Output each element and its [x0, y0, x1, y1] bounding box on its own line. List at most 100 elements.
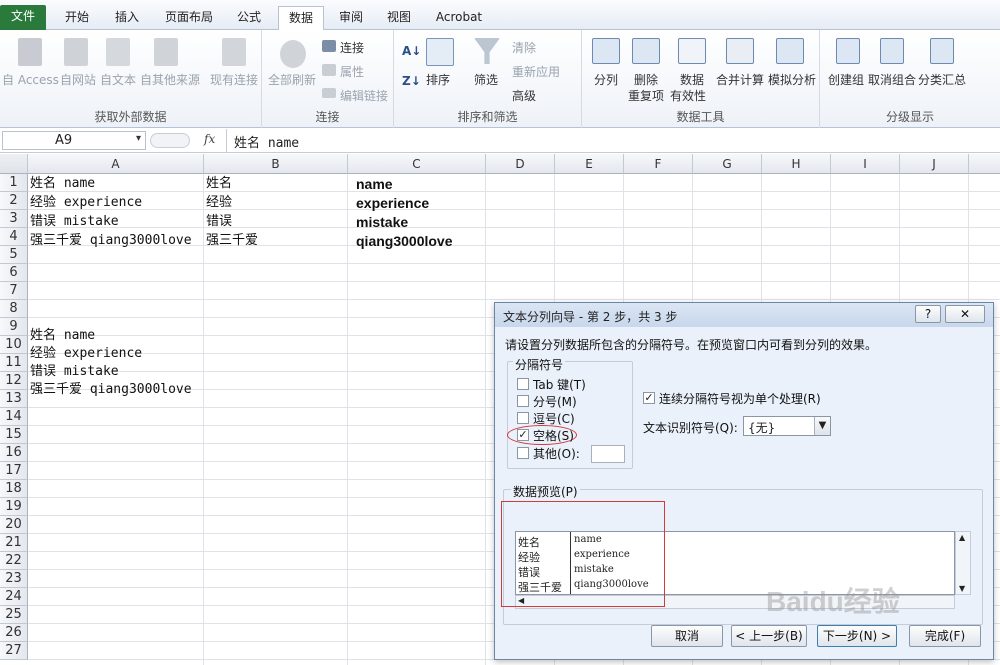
row-header[interactable]: 5 — [0, 246, 28, 264]
from-text-button[interactable]: 自文本 — [100, 71, 136, 88]
column-header-c[interactable]: C — [348, 154, 486, 174]
cell-b1[interactable]: 姓名 — [204, 175, 232, 193]
cell-a11[interactable]: 错误 mistake — [28, 363, 119, 381]
row-header[interactable]: 17 — [0, 462, 28, 480]
cell-a9[interactable]: 姓名 name — [28, 327, 95, 345]
row-header[interactable]: 18 — [0, 480, 28, 498]
cell-b2[interactable]: 经验 — [204, 194, 232, 212]
row-header[interactable]: 13 — [0, 390, 28, 408]
cell-a10[interactable]: 经验 experience — [28, 345, 142, 363]
column-header-j[interactable]: J — [900, 154, 969, 174]
tab-acrobat[interactable]: Acrobat — [430, 6, 488, 30]
space-checkbox[interactable]: ✓ — [517, 429, 529, 441]
row-header[interactable]: 4 — [0, 228, 28, 246]
column-header-h[interactable]: H — [762, 154, 831, 174]
sort-descending-icon[interactable]: Z↓ — [402, 74, 421, 88]
column-header-e[interactable]: E — [555, 154, 624, 174]
row-header[interactable]: 3 — [0, 210, 28, 228]
connections-button[interactable]: 连接 — [340, 39, 364, 56]
existing-connections-button[interactable]: 现有连接 — [210, 71, 258, 88]
next-button[interactable]: 下一步(N) > — [817, 625, 897, 647]
row-header[interactable]: 2 — [0, 192, 28, 210]
column-header-b[interactable]: B — [204, 154, 348, 174]
scroll-up-icon[interactable]: ▲ — [959, 533, 965, 542]
qualifier-select[interactable]: {无} ▼ — [743, 416, 831, 436]
semicolon-checkbox[interactable] — [517, 395, 529, 407]
text-to-columns-button[interactable]: 分列 — [594, 71, 618, 88]
tab-page-layout[interactable]: 页面布局 — [160, 6, 218, 30]
cell-b4[interactable]: 强三千爱 — [204, 232, 258, 250]
row-header[interactable]: 22 — [0, 552, 28, 570]
finish-button[interactable]: 完成(F) — [909, 625, 981, 647]
remove-duplicates-button[interactable]: 删除 — [634, 71, 658, 88]
tab-checkbox[interactable] — [517, 378, 529, 390]
tab-review[interactable]: 审阅 — [330, 6, 372, 30]
row-header[interactable]: 9 — [0, 318, 28, 336]
from-other-sources-button[interactable]: 自其他来源 — [140, 71, 200, 88]
help-button[interactable]: ? — [915, 305, 941, 323]
row-header[interactable]: 26 — [0, 624, 28, 642]
chevron-down-icon[interactable]: ▾ — [136, 133, 141, 144]
column-header-a[interactable]: A — [28, 154, 204, 174]
reapply-button[interactable]: 重新应用 — [512, 63, 560, 80]
row-header[interactable]: 21 — [0, 534, 28, 552]
row-header[interactable]: 27 — [0, 642, 28, 660]
preview-vscrollbar[interactable]: ▲ ▼ — [955, 531, 971, 595]
dialog-titlebar[interactable]: 文本分列向导 - 第 2 步，共 3 步 ? ✕ — [495, 303, 993, 327]
tab-formulas[interactable]: 公式 — [228, 6, 270, 30]
advanced-button[interactable]: 高级 — [512, 87, 536, 104]
row-header[interactable]: 11 — [0, 354, 28, 372]
column-header-f[interactable]: F — [624, 154, 693, 174]
row-header[interactable]: 23 — [0, 570, 28, 588]
filter-button[interactable]: 筛选 — [474, 71, 498, 88]
column-header-k[interactable] — [969, 154, 1000, 174]
tab-data[interactable]: 数据 — [278, 6, 324, 30]
tab-home[interactable]: 开始 — [56, 6, 98, 30]
scroll-down-icon[interactable]: ▼ — [959, 584, 965, 593]
row-header[interactable]: 20 — [0, 516, 28, 534]
data-validation-button[interactable]: 数据 — [680, 71, 704, 88]
column-header-d[interactable]: D — [486, 154, 555, 174]
formula-bar-grip[interactable] — [150, 133, 190, 148]
back-button[interactable]: < 上一步(B) — [731, 625, 807, 647]
cell-a12[interactable]: 强三千爱 qiang3000love — [28, 381, 192, 399]
row-header[interactable]: 7 — [0, 282, 28, 300]
consecutive-checkbox[interactable]: ✓ — [643, 392, 655, 404]
from-access-button[interactable]: 自 Access — [2, 71, 59, 88]
cell-b3[interactable]: 错误 — [204, 213, 232, 231]
edit-links-button[interactable]: 编辑链接 — [340, 87, 388, 104]
sort-button[interactable]: 排序 — [426, 71, 450, 88]
create-group-button[interactable]: 创建组 — [828, 71, 864, 88]
row-header[interactable]: 15 — [0, 426, 28, 444]
row-header[interactable]: 10 — [0, 336, 28, 354]
other-checkbox[interactable] — [517, 447, 529, 459]
comma-checkbox[interactable] — [517, 412, 529, 424]
name-box[interactable]: A9 ▾ — [2, 131, 146, 150]
column-header-g[interactable]: G — [693, 154, 762, 174]
cell-a4[interactable]: 强三千爱 qiang3000love — [28, 232, 192, 250]
cancel-button[interactable]: 取消 — [651, 625, 723, 647]
cell-a2[interactable]: 经验 experience — [28, 194, 142, 212]
chevron-down-icon[interactable]: ▼ — [814, 417, 830, 435]
row-header[interactable]: 1 — [0, 174, 28, 192]
other-delimiter-input[interactable] — [591, 445, 625, 463]
row-header[interactable]: 6 — [0, 264, 28, 282]
column-header-i[interactable]: I — [831, 154, 900, 174]
what-if-analysis-button[interactable]: 模拟分析 — [768, 71, 816, 88]
cell-c4[interactable]: qiang3000love — [354, 232, 453, 250]
refresh-all-button[interactable]: 全部刷新 — [268, 71, 316, 88]
select-all-corner[interactable] — [0, 154, 28, 174]
row-header[interactable]: 19 — [0, 498, 28, 516]
cell-a1[interactable]: 姓名 name — [28, 175, 95, 193]
clear-button[interactable]: 清除 — [512, 39, 536, 56]
row-header[interactable]: 25 — [0, 606, 28, 624]
from-web-button[interactable]: 自网站 — [60, 71, 96, 88]
properties-button[interactable]: 属性 — [340, 63, 364, 80]
ungroup-button[interactable]: 取消组合 — [868, 71, 916, 88]
row-header[interactable]: 16 — [0, 444, 28, 462]
row-header[interactable]: 24 — [0, 588, 28, 606]
cell-a3[interactable]: 错误 mistake — [28, 213, 119, 231]
formula-content[interactable]: 姓名 name — [234, 132, 299, 151]
cell-c1[interactable]: name — [354, 175, 393, 193]
fx-icon[interactable]: fx — [204, 132, 215, 146]
